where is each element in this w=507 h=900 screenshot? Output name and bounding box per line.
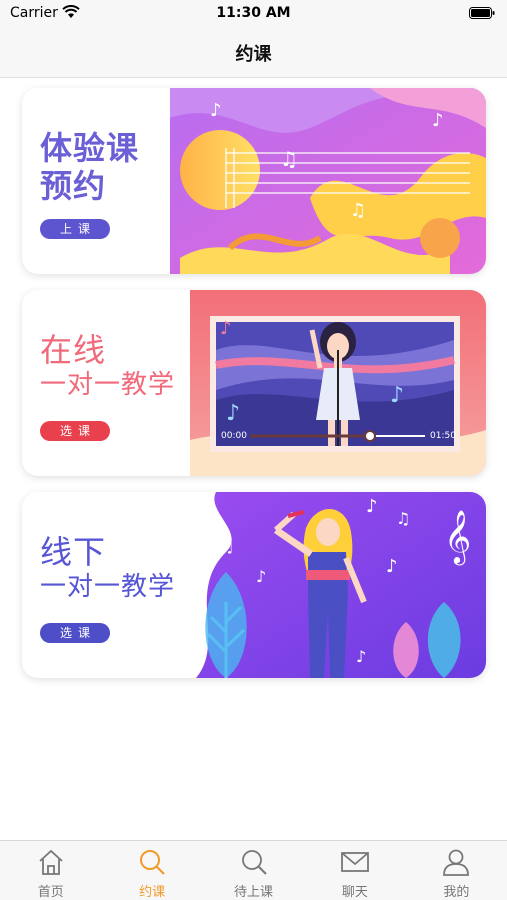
tab-label: 约课 bbox=[139, 885, 166, 900]
trial-lesson-card[interactable]: 体验课 预约 上课 ♫ ♪ ♪ ♫ bbox=[22, 88, 486, 274]
tab-bar: 首页 约课 待上课 聊天 我的 bbox=[0, 840, 507, 900]
card-subtitle: 一对一教学 bbox=[40, 370, 176, 400]
online-singer-video-illustration: ♪ ♪ ♪ bbox=[190, 290, 486, 476]
online-lesson-card[interactable]: 在线 一对一教学 选课 ♪ ♪ ♪ 00:00 01:50 bbox=[22, 290, 486, 476]
card-subtitle: 预约 bbox=[40, 167, 107, 205]
svg-text:♪: ♪ bbox=[432, 110, 444, 131]
home-icon bbox=[39, 849, 63, 875]
clock: 11:30 AM bbox=[216, 5, 291, 21]
svg-text:♪: ♪ bbox=[356, 647, 366, 666]
svg-text:♫: ♫ bbox=[220, 537, 234, 556]
tab-profile[interactable]: 我的 bbox=[406, 841, 507, 900]
card-text-area: 在线 一对一教学 选课 bbox=[22, 290, 197, 476]
tab-label: 首页 bbox=[37, 885, 64, 900]
singer-illustration: 𝄞 ♪ ♫ ♪ ♪ ♫ ♪ bbox=[196, 492, 486, 678]
svg-text:♪: ♪ bbox=[366, 496, 378, 517]
tab-book-class[interactable]: 约课 bbox=[101, 841, 202, 900]
user-icon bbox=[443, 849, 470, 876]
svg-text:𝄞: 𝄞 bbox=[444, 509, 471, 565]
search-icon bbox=[140, 850, 165, 875]
video-current-time: 00:00 bbox=[221, 431, 247, 441]
offline-lesson-card[interactable]: 线下 一对一教学 选课 𝄞 ♪ ♫ ♪ ♪ ♫ ♪ bbox=[22, 492, 486, 678]
choose-course-button[interactable]: 选课 bbox=[40, 421, 110, 441]
svg-text:♫: ♫ bbox=[396, 509, 410, 528]
search-icon bbox=[241, 850, 267, 875]
svg-text:♪: ♪ bbox=[256, 567, 266, 586]
svg-text:♪: ♪ bbox=[386, 556, 398, 577]
attend-class-button[interactable]: 上课 bbox=[40, 219, 110, 239]
navigation-bar: 约课 bbox=[0, 28, 507, 78]
card-title: 在线 bbox=[40, 331, 107, 369]
svg-text:♪: ♪ bbox=[226, 401, 240, 426]
tab-label: 我的 bbox=[443, 885, 470, 900]
svg-text:♪: ♪ bbox=[390, 383, 404, 408]
card-title: 线下 bbox=[40, 533, 107, 571]
tab-upcoming-class[interactable]: 待上课 bbox=[203, 841, 304, 900]
screen: Carrier 11:30 AM 约课 体验课 预约 上课 ♫ ♪ ♪ ♫ 在线… bbox=[0, 0, 507, 900]
music-staff-illustration: ♫ ♪ ♪ ♫ bbox=[170, 88, 486, 274]
status-bar: Carrier 11:30 AM bbox=[0, 0, 507, 28]
tab-chat[interactable]: 聊天 bbox=[304, 841, 405, 900]
svg-text:♫: ♫ bbox=[280, 147, 298, 171]
svg-text:♪: ♪ bbox=[210, 100, 222, 121]
tab-label: 待上课 bbox=[234, 885, 274, 900]
svg-text:♪: ♪ bbox=[220, 318, 232, 339]
svg-text:♫: ♫ bbox=[350, 200, 366, 221]
mail-icon bbox=[341, 852, 369, 872]
card-title: 体验课 bbox=[40, 129, 140, 167]
choose-course-button[interactable]: 选课 bbox=[40, 623, 110, 643]
page-title: 约课 bbox=[235, 44, 272, 65]
tab-label: 聊天 bbox=[341, 885, 368, 900]
tab-home[interactable]: 首页 bbox=[0, 841, 101, 900]
video-duration: 01:50 bbox=[430, 431, 456, 441]
card-text-area: 线下 一对一教学 选课 bbox=[22, 492, 197, 678]
battery-icon bbox=[469, 7, 495, 19]
card-subtitle: 一对一教学 bbox=[40, 572, 176, 602]
